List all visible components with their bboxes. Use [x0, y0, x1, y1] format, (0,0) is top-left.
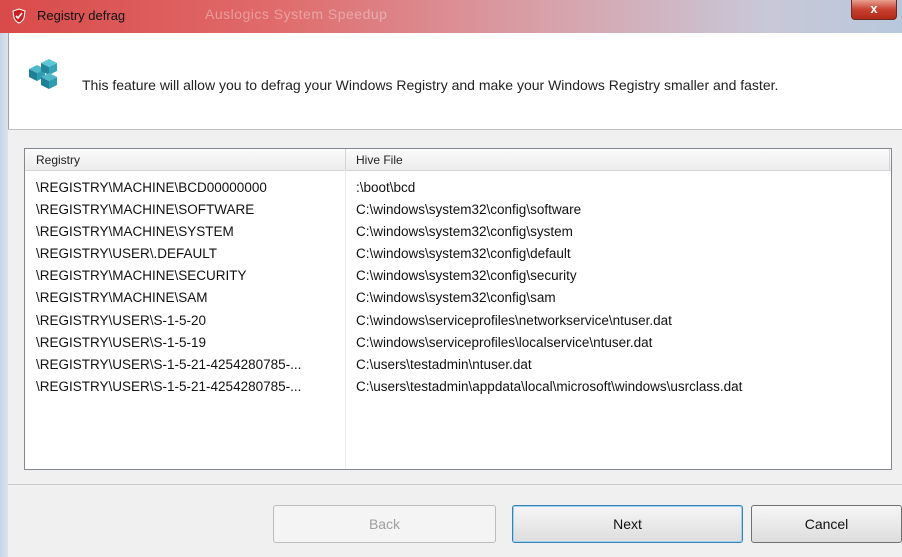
hive-file-path: C:\windows\serviceprofiles\localservice\…	[356, 335, 653, 350]
cancel-button[interactable]: Cancel	[751, 505, 902, 543]
registry-list[interactable]: Registry Hive File \REGISTRY\MACHINE\BCD…	[24, 148, 892, 470]
close-button[interactable]: x	[851, 0, 897, 20]
hive-file-path: C:\users\testadmin\appdata\local\microso…	[356, 379, 743, 394]
hive-file-path: C:\windows\system32\config\system	[356, 224, 573, 239]
list-item[interactable]: \REGISTRY\USER\S-1-5-20 C:\windows\servi…	[25, 310, 891, 332]
header-panel: This feature will allow you to defrag yo…	[8, 33, 902, 129]
registry-key: \REGISTRY\MACHINE\SOFTWARE	[36, 202, 255, 217]
title-bar[interactable]: Registry defrag Auslogics System Speedup…	[0, 0, 902, 34]
registry-key: \REGISTRY\USER\S-1-5-20	[36, 313, 207, 328]
list-item[interactable]: \REGISTRY\USER\S-1-5-19 C:\windows\servi…	[25, 332, 891, 354]
column-divider[interactable]	[889, 149, 890, 170]
list-item[interactable]: \REGISTRY\MACHINE\SAM C:\windows\system3…	[25, 287, 891, 309]
header-separator	[8, 129, 902, 130]
list-item[interactable]: \REGISTRY\USER\S-1-5-21-4254280785-... C…	[25, 376, 891, 398]
footer-separator	[8, 484, 902, 485]
hive-file-path: C:\users\testadmin\ntuser.dat	[356, 357, 532, 372]
back-button[interactable]: Back	[273, 505, 496, 543]
feature-description: This feature will allow you to defrag yo…	[82, 77, 779, 93]
hive-file-path: C:\windows\serviceprofiles\networkservic…	[356, 313, 672, 328]
hive-file-path: C:\windows\system32\config\software	[356, 202, 582, 217]
list-item[interactable]: \REGISTRY\USER\.DEFAULT C:\windows\syste…	[25, 243, 891, 265]
registry-key: \REGISTRY\MACHINE\SECURITY	[36, 268, 247, 283]
registry-key: \REGISTRY\USER\S-1-5-19	[36, 335, 207, 350]
list-item[interactable]: \REGISTRY\MACHINE\SECURITY C:\windows\sy…	[25, 265, 891, 287]
list-item[interactable]: \REGISTRY\MACHINE\BCD00000000 :\boot\bcd	[25, 177, 891, 199]
hive-file-path: :\boot\bcd	[356, 180, 416, 195]
hive-file-path: C:\windows\system32\config\default	[356, 246, 571, 261]
list-item[interactable]: \REGISTRY\MACHINE\SOFTWARE C:\windows\sy…	[25, 199, 891, 221]
registry-cubes-icon	[29, 59, 57, 89]
window-title: Registry defrag	[37, 8, 126, 23]
registry-key: \REGISTRY\USER\.DEFAULT	[36, 246, 218, 261]
registry-key: \REGISTRY\MACHINE\BCD00000000	[36, 180, 267, 195]
list-item[interactable]: \REGISTRY\USER\S-1-5-21-4254280785-... C…	[25, 354, 891, 376]
column-header-hive-file[interactable]: Hive File	[356, 153, 403, 167]
registry-key: \REGISTRY\USER\S-1-5-21-4254280785-...	[36, 357, 302, 372]
registry-key: \REGISTRY\USER\S-1-5-21-4254280785-...	[36, 379, 302, 394]
background-window-title: Auslogics System Speedup	[205, 6, 388, 22]
registry-key: \REGISTRY\MACHINE\SAM	[36, 290, 208, 305]
registry-key: \REGISTRY\MACHINE\SYSTEM	[36, 224, 234, 239]
hive-file-path: C:\windows\system32\config\security	[356, 268, 577, 283]
column-divider[interactable]	[345, 149, 346, 170]
next-button[interactable]: Next	[512, 505, 743, 543]
list-header: Registry Hive File	[25, 149, 891, 171]
window-frame-left	[0, 33, 8, 557]
app-shield-icon	[12, 8, 26, 24]
column-header-registry[interactable]: Registry	[36, 153, 80, 167]
list-item[interactable]: \REGISTRY\MACHINE\SYSTEM C:\windows\syst…	[25, 221, 891, 243]
hive-file-path: C:\windows\system32\config\sam	[356, 290, 556, 305]
